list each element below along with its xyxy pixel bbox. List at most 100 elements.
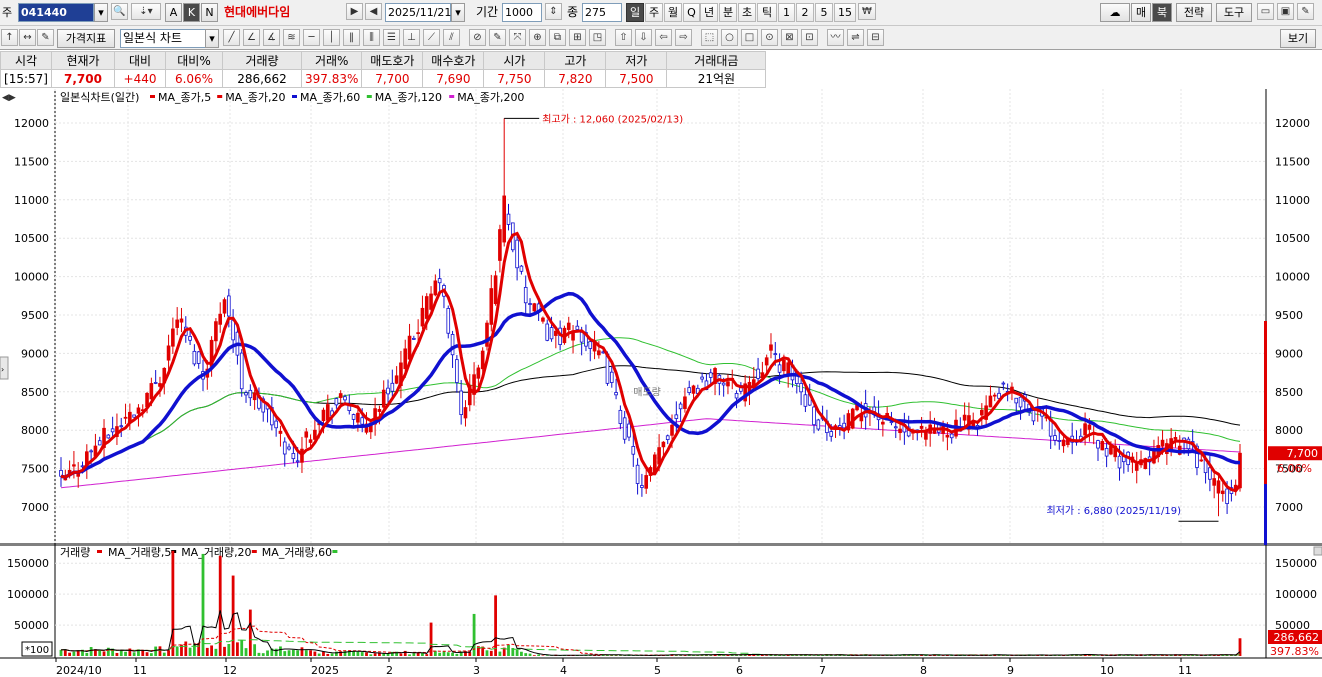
candle-body xyxy=(1117,455,1122,469)
mode-n-button[interactable]: N xyxy=(201,3,218,22)
timeframe-0-button[interactable]: 일 xyxy=(626,3,644,22)
calendar-dropdown[interactable]: ▾ xyxy=(451,3,465,22)
candle-body xyxy=(1087,424,1092,430)
down-tool-icon[interactable]: ⇩ xyxy=(635,29,652,46)
grid-tool-icon[interactable]: ⊞ xyxy=(569,29,586,46)
volume-y-tick-left: 50000 xyxy=(14,619,49,632)
date-input[interactable]: 2025/11/21 xyxy=(385,3,451,22)
circle-tool-icon[interactable]: ○ xyxy=(721,29,738,46)
search-icon[interactable]: 🔍 xyxy=(111,3,128,20)
volume-bar xyxy=(842,655,846,656)
strategy-button[interactable]: 전략 xyxy=(1176,3,1212,22)
candle-body xyxy=(1220,490,1225,495)
count-input[interactable]: 275 xyxy=(582,3,622,22)
timeframe-7-button[interactable]: 틱 xyxy=(757,3,777,22)
book-button[interactable]: 북 xyxy=(1152,3,1172,22)
volume-bar xyxy=(128,648,132,656)
plus-tool-icon[interactable]: ⊕ xyxy=(529,29,546,46)
gann-tool-icon[interactable]: ☰ xyxy=(383,29,400,46)
channel-tool-icon[interactable]: ‖ xyxy=(343,29,360,46)
trend-tool-icon[interactable]: ⟋ xyxy=(423,29,440,46)
buy-button[interactable]: 매 xyxy=(1131,3,1151,22)
play-icon[interactable]: ▶ xyxy=(346,3,363,20)
price-chart[interactable]: 12000 12000 11500 11500 11000 11000 10500 10500… xyxy=(0,89,1322,545)
timeframe-4-button[interactable]: 년 xyxy=(700,3,718,22)
indicator-button[interactable]: 가격지표 xyxy=(57,29,115,48)
expand-icon[interactable]: ↔ xyxy=(19,29,36,46)
timeframe-10-button[interactable]: 5 xyxy=(815,3,833,22)
fan-tool-icon[interactable]: ≋ xyxy=(283,29,300,46)
select-tool-icon[interactable]: ⊡ xyxy=(801,29,818,46)
angle-tool-icon[interactable]: ∠ xyxy=(243,29,260,46)
stock-code-input[interactable]: 041440 xyxy=(18,3,94,22)
line-tool-icon[interactable]: ╱ xyxy=(223,29,240,46)
price-y-tick-right: 9500 xyxy=(1275,309,1303,322)
left-tool-icon[interactable]: ⇦ xyxy=(655,29,672,46)
box-tool-icon[interactable]: ◳ xyxy=(589,29,606,46)
candle-body xyxy=(992,394,997,397)
mode-a-button[interactable]: A xyxy=(165,3,182,22)
candle-body xyxy=(575,325,580,330)
candle-body xyxy=(893,426,898,429)
cloud-button[interactable]: ☁ xyxy=(1100,3,1130,22)
chart-type-dropdown[interactable]: ▾ xyxy=(205,29,219,48)
copy-tool-icon[interactable]: ⧉ xyxy=(549,29,566,46)
candle-body xyxy=(433,280,438,296)
price-y-tick-left: 8500 xyxy=(21,386,49,399)
x-axis-label: 10 xyxy=(1100,664,1114,677)
timeframe-2-button[interactable]: 월 xyxy=(664,3,682,22)
view-button[interactable]: 보기 xyxy=(1280,29,1316,48)
pen-tool-icon[interactable]: ✎ xyxy=(489,29,506,46)
sort-icon[interactable]: ⇣▾ xyxy=(131,3,161,20)
hline-tool-icon[interactable]: ─ xyxy=(303,29,320,46)
angle2-tool-icon[interactable]: ∡ xyxy=(263,29,280,46)
period-input[interactable]: 1000 xyxy=(502,3,542,22)
timeframe-11-button[interactable]: 15 xyxy=(834,3,856,22)
frame-tool-icon[interactable]: ⬚ xyxy=(701,29,718,46)
volume-bar xyxy=(167,650,170,656)
timeframe-8-button[interactable]: 1 xyxy=(778,3,795,22)
rect-tool-icon[interactable]: □ xyxy=(741,29,758,46)
save-icon[interactable]: ▣ xyxy=(1277,3,1294,20)
tools-button[interactable]: 도구 xyxy=(1216,3,1252,22)
fib-tool-icon[interactable]: ⫼ xyxy=(363,29,380,46)
candle-body xyxy=(416,332,420,335)
folder-icon[interactable]: ▭ xyxy=(1257,3,1274,20)
zoom-tool-icon[interactable]: ⊙ xyxy=(761,29,778,46)
volume-chart[interactable]: 150000 150000100000 10000050000 50000*100거래… xyxy=(0,545,1322,677)
chart-type-select[interactable]: 일본식 차트 xyxy=(120,29,206,48)
chart-config-icon[interactable]: ₩ xyxy=(858,3,876,20)
delete-tool-icon[interactable]: ⊠ xyxy=(781,29,798,46)
up-tool-icon[interactable]: ⇧ xyxy=(615,29,632,46)
right-tool-icon[interactable]: ⇨ xyxy=(675,29,692,46)
timeframe-3-button[interactable]: Q xyxy=(683,3,700,22)
volume-legend-swatch xyxy=(97,550,102,553)
timeframe-9-button[interactable]: 2 xyxy=(796,3,814,22)
candle-body xyxy=(579,331,584,343)
cycle-tool-icon[interactable]: ⊘ xyxy=(469,29,486,46)
x-axis-label: 5 xyxy=(654,664,661,677)
candle-body xyxy=(239,352,244,390)
wrench-icon[interactable]: ✎ xyxy=(1297,3,1314,20)
spin-icon[interactable]: ⇕ xyxy=(545,3,562,20)
volume-bar xyxy=(334,651,338,656)
cross-tool-icon[interactable]: ⊥ xyxy=(403,29,420,46)
timeframe-1-button[interactable]: 주 xyxy=(645,3,663,22)
arrow-tool-icon[interactable]: ⤧ xyxy=(509,29,526,46)
clear-tool-icon[interactable]: ⊟ xyxy=(867,29,884,46)
volume-bar xyxy=(360,652,364,656)
parallel-tool-icon[interactable]: ⫽ xyxy=(443,29,460,46)
swap-tool-icon[interactable]: ⇌ xyxy=(847,29,864,46)
back-icon[interactable]: ◀ xyxy=(365,3,382,20)
edit-icon[interactable]: ✎ xyxy=(37,29,54,46)
arrow-up-icon[interactable]: ↑ xyxy=(1,29,18,46)
timeframe-5-button[interactable]: 분 xyxy=(719,3,737,22)
mode-k-button[interactable]: K xyxy=(183,3,200,22)
stock-code-dropdown[interactable]: ▾ xyxy=(94,3,108,22)
candle-body xyxy=(287,446,291,450)
low-annotation: 최저가 : 6,880 (2025/11/19) xyxy=(1046,505,1181,517)
timeframe-6-button[interactable]: 초 xyxy=(738,3,756,22)
wave-tool-icon[interactable]: 〰 xyxy=(827,29,844,46)
volume-bar xyxy=(291,649,295,656)
vline-tool-icon[interactable]: │ xyxy=(323,29,340,46)
